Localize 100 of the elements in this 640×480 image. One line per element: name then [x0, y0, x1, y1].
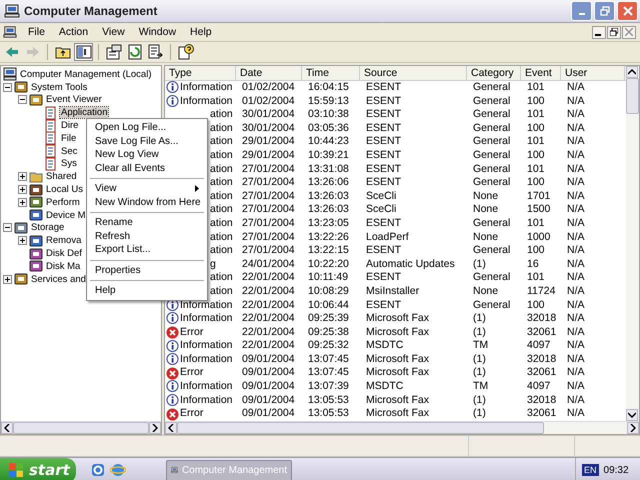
tree-item[interactable]: Storage: [30, 222, 66, 234]
scroll-down-icon[interactable]: [628, 412, 636, 418]
menu-item[interactable]: Save Log File As...: [87, 134, 207, 148]
table-cell-text: N/A: [566, 352, 586, 366]
menu-item[interactable]: View: [95, 26, 132, 38]
node-icon: [29, 259, 43, 274]
table-cell-text: N/A: [566, 312, 586, 326]
table-cell-text: 01/02/2004: [241, 94, 296, 108]
table-cell-text: N/A: [566, 244, 586, 258]
collapse-icon[interactable]: [3, 223, 12, 232]
tree-item[interactable]: Sys: [60, 158, 78, 170]
restore-button[interactable]: [607, 26, 621, 38]
export-button[interactable]: [146, 43, 165, 61]
menu-item[interactable]: Rename: [87, 216, 207, 230]
table-cell-text: 32018: [526, 312, 558, 326]
column-header[interactable]: Date: [236, 66, 302, 80]
tree-item[interactable]: Local Us: [45, 184, 84, 196]
clock: 09:32: [604, 464, 629, 476]
table-cell-text: SceCli: [365, 190, 398, 204]
horizontal-scrollbar[interactable]: [165, 420, 639, 434]
column-header[interactable]: Time: [302, 66, 360, 80]
menu-item[interactable]: File: [21, 26, 52, 38]
table-cell-text: 13:26:03: [307, 203, 350, 217]
menu-item[interactable]: Window: [132, 26, 184, 38]
table-cell: ation: [210, 176, 233, 190]
menu-item[interactable]: Action: [52, 26, 96, 38]
table-cell-text: General: [472, 298, 512, 312]
menu-item[interactable]: Open Log File...: [87, 121, 207, 134]
expand-icon[interactable]: [18, 172, 27, 182]
column-header[interactable]: Category: [467, 66, 521, 80]
scroll-thumb[interactable]: [626, 78, 639, 114]
expand-icon[interactable]: [3, 274, 12, 284]
scroll-right-icon[interactable]: [630, 424, 636, 432]
computer-icon: [4, 3, 20, 19]
table-cell: Information: [165, 94, 236, 108]
tree-item[interactable]: File: [60, 132, 78, 144]
quick-launch-icon[interactable]: [90, 462, 106, 478]
tree-item[interactable]: System Tools: [30, 82, 88, 93]
tree-item[interactable]: Sec: [60, 146, 78, 157]
menu-item[interactable]: View: [87, 182, 207, 196]
table-cell-text: 10:44:23: [307, 135, 350, 149]
menu-item[interactable]: Refresh: [87, 230, 207, 243]
expand-icon[interactable]: [18, 185, 27, 194]
tree-item[interactable]: Device M: [45, 210, 87, 221]
menu-item[interactable]: New Window from Here: [87, 196, 207, 209]
column-header[interactable]: Event: [521, 66, 561, 80]
table-cell: Information: [165, 352, 236, 366]
properties-button[interactable]: [104, 43, 123, 61]
horizontal-scrollbar[interactable]: [1, 420, 161, 434]
table-cell: ation: [210, 135, 233, 149]
tree-pane-button[interactable]: [74, 43, 93, 61]
tree-item[interactable]: Application: [60, 107, 108, 118]
table-cell-text: None: [472, 230, 500, 244]
menu-item[interactable]: Export List...: [87, 243, 207, 256]
expand-icon[interactable]: [18, 236, 27, 246]
node-icon: [29, 246, 43, 261]
tree-item[interactable]: Services and: [30, 274, 87, 285]
table-cell-text: N/A: [566, 216, 586, 231]
table-cell-text: 15:59:13: [307, 94, 350, 108]
column-header[interactable]: User: [561, 66, 625, 80]
table-cell: Error: [165, 326, 236, 340]
help-button[interactable]: [176, 43, 195, 61]
browser-icon[interactable]: [110, 462, 126, 478]
menu-item[interactable]: Help: [183, 26, 219, 38]
table-cell-text: Microsoft Fax: [365, 312, 430, 326]
tree-item[interactable]: Disk Def: [45, 248, 83, 260]
scroll-left-icon[interactable]: [168, 424, 174, 432]
tree-item[interactable]: Disk Ma: [45, 260, 82, 272]
tree-item[interactable]: Shared: [45, 171, 78, 182]
table-cell-text: 09/01/2004: [241, 366, 296, 380]
table-cell-text: SceCli: [365, 203, 398, 217]
menu-item[interactable]: Properties: [87, 264, 207, 277]
tree-item[interactable]: Remova: [45, 235, 82, 246]
table-cell-text: 27/01/2004: [241, 190, 296, 204]
column-header[interactable]: Type: [165, 66, 236, 80]
menu-item[interactable]: Help: [87, 284, 207, 298]
table-cell: ation: [210, 244, 233, 258]
tree-item[interactable]: Computer Management (Local): [19, 68, 152, 80]
tree-item[interactable]: Dire: [60, 120, 80, 132]
menu-item[interactable]: New Log View: [87, 148, 207, 162]
scroll-right-icon[interactable]: [152, 424, 158, 432]
menu-item[interactable]: Clear all Events: [87, 162, 207, 175]
table-cell-text: N/A: [566, 108, 586, 122]
collapse-icon[interactable]: [3, 82, 12, 92]
table-cell-text: 100: [526, 244, 546, 258]
scroll-left-icon[interactable]: [4, 424, 10, 432]
scroll-up-icon[interactable]: [628, 69, 636, 75]
tree-item[interactable]: Perform: [45, 196, 81, 208]
table-cell-text: General: [472, 108, 512, 122]
vertical-scrollbar[interactable]: [626, 66, 639, 421]
column-header[interactable]: Source: [360, 66, 467, 80]
table-cell-text: 13:26:06: [307, 176, 350, 190]
collapse-icon[interactable]: [18, 95, 27, 104]
table-cell: Information: [165, 339, 236, 353]
language-indicator[interactable]: EN: [582, 464, 599, 476]
table-cell-text: N/A: [566, 230, 586, 244]
minimize-button[interactable]: [592, 26, 606, 38]
table-cell-text: None: [472, 284, 500, 298]
tree-item[interactable]: Event Viewer: [45, 94, 103, 106]
expand-icon[interactable]: [18, 198, 27, 207]
